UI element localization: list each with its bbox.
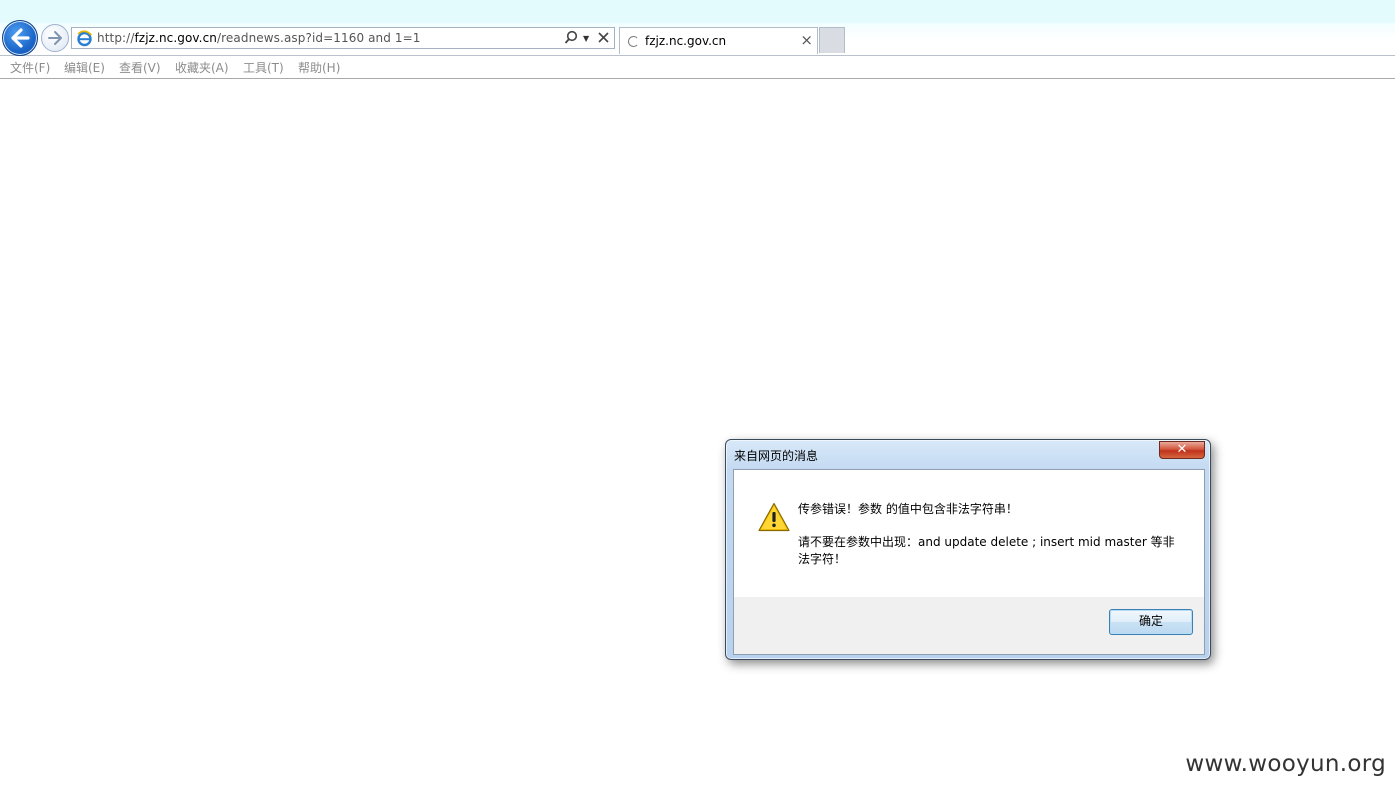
- menu-help[interactable]: 帮助(H): [298, 59, 340, 76]
- menu-bar: 文件(F) 编辑(E) 查看(V) 收藏夹(A) 工具(T) 帮助(H): [0, 56, 1395, 79]
- browser-tab[interactable]: fzjz.nc.gov.cn ×: [619, 27, 818, 54]
- forward-arrow-icon: [48, 31, 62, 45]
- menu-view[interactable]: 查看(V): [119, 59, 161, 76]
- search-icon[interactable]: [564, 30, 578, 47]
- dialog-close-button[interactable]: ✕: [1159, 441, 1205, 459]
- alert-dialog: 来自网页的消息 ✕ 传参错误！参数 的值中包含非法字符串！ 请不要在参数中出现：…: [725, 439, 1211, 660]
- dialog-body: 传参错误！参数 的值中包含非法字符串！ 请不要在参数中出现：and update…: [733, 469, 1205, 655]
- dialog-message-line1: 传参错误！参数 的值中包含非法字符串！: [798, 502, 1018, 516]
- dialog-title: 来自网页的消息: [734, 449, 819, 463]
- forward-button[interactable]: [41, 24, 69, 52]
- menu-edit[interactable]: 编辑(E): [64, 59, 105, 76]
- loading-spinner-icon: [628, 36, 639, 47]
- browser-toolbar: http://fzjz.nc.gov.cn/readnews.asp?id=11…: [0, 0, 1395, 56]
- menu-file[interactable]: 文件(F): [10, 59, 50, 76]
- warning-icon: [758, 502, 790, 532]
- back-button[interactable]: [2, 20, 38, 56]
- url-host: fzjz.nc.gov.cn: [134, 31, 218, 45]
- url-prefix: http://: [97, 31, 135, 45]
- tab-title: fzjz.nc.gov.cn: [645, 34, 727, 48]
- new-tab-button[interactable]: [819, 27, 845, 53]
- menu-favorites[interactable]: 收藏夹(A): [175, 59, 229, 76]
- url-text: http://fzjz.nc.gov.cn/readnews.asp?id=11…: [97, 31, 421, 45]
- dialog-message-line2: 请不要在参数中出现：and update delete ; insert mid…: [798, 535, 1175, 566]
- dialog-footer: 确定: [734, 597, 1204, 654]
- watermark: www.wooyun.org: [1185, 751, 1386, 777]
- ok-button[interactable]: 确定: [1109, 609, 1193, 635]
- menu-tools[interactable]: 工具(T): [243, 59, 284, 76]
- stop-icon[interactable]: [597, 30, 610, 47]
- url-path: /readnews.asp?id=1160 and 1=1: [217, 31, 421, 45]
- back-arrow-icon: [11, 28, 30, 48]
- address-bar[interactable]: http://fzjz.nc.gov.cn/readnews.asp?id=11…: [71, 27, 615, 49]
- ie-page-icon: [77, 30, 93, 47]
- dropdown-arrow-icon[interactable]: ▼: [583, 30, 589, 47]
- tab-close-icon[interactable]: ×: [800, 31, 813, 49]
